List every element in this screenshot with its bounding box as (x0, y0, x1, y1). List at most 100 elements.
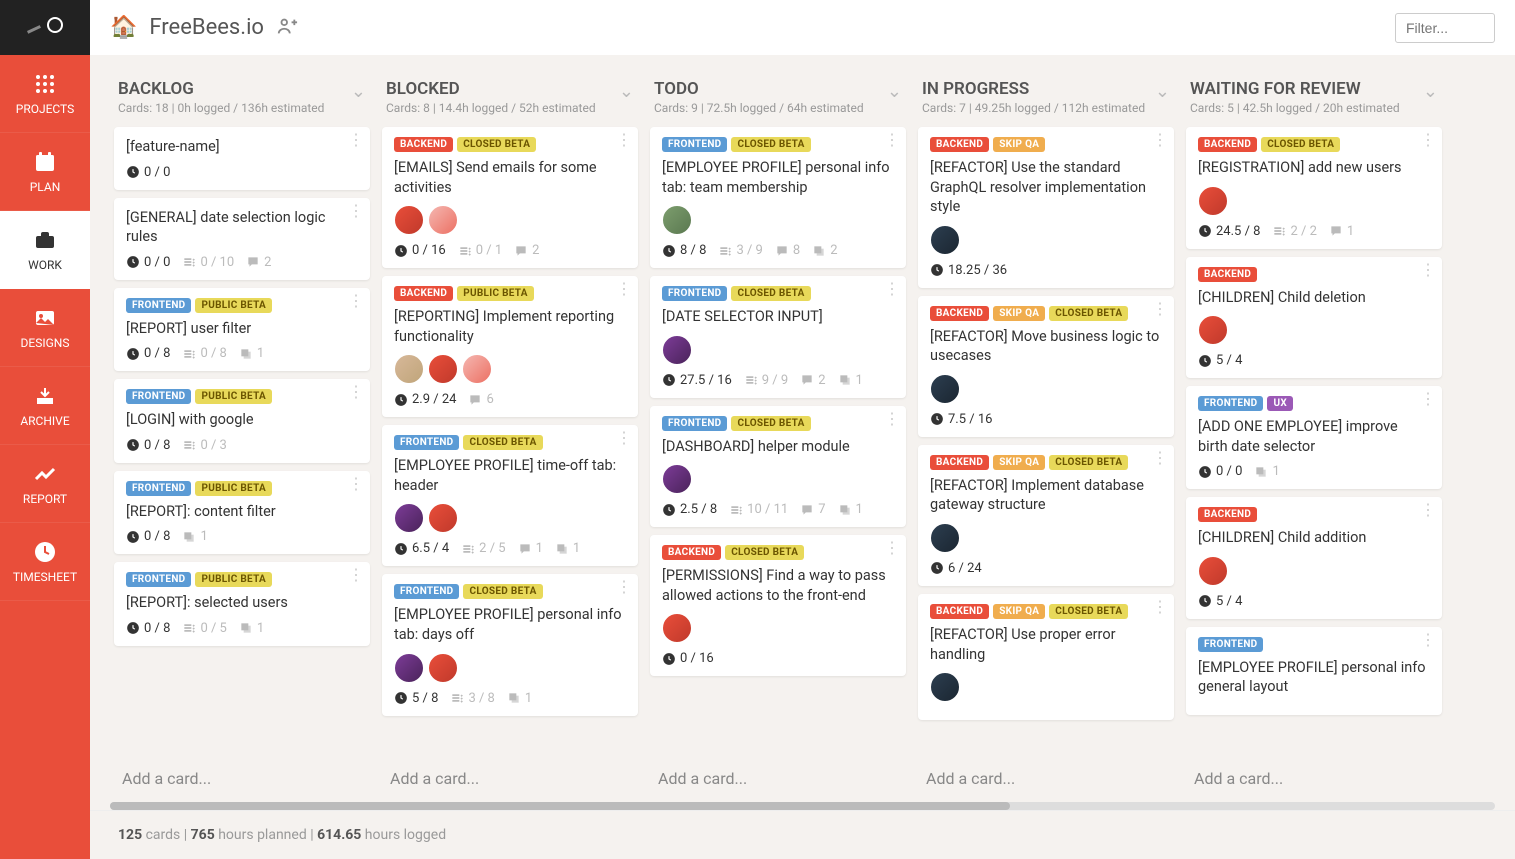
avatar[interactable] (394, 653, 424, 683)
avatar[interactable] (930, 225, 960, 255)
card[interactable]: ⋮ FRONTEND [EMPLOYEE PROFILE] personal i… (1186, 627, 1442, 715)
card-title: [CHILDREN] Child addition (1198, 528, 1430, 548)
card-menu-icon[interactable]: ⋮ (1420, 265, 1436, 275)
card-menu-icon[interactable]: ⋮ (884, 284, 900, 294)
card[interactable]: ⋮ BACKENDCLOSED BETA [PERMISSIONS] Find … (650, 535, 906, 676)
card[interactable]: ⋮ BACKENDPUBLIC BETA [REPORTING] Impleme… (382, 276, 638, 417)
stat-stack: 1 (239, 346, 264, 361)
card-menu-icon[interactable]: ⋮ (884, 135, 900, 145)
card-menu-icon[interactable]: ⋮ (616, 284, 632, 294)
card[interactable]: ⋮ FRONTENDCLOSED BETA [EMPLOYEE PROFILE]… (650, 127, 906, 268)
check-icon (182, 438, 196, 452)
card-menu-icon[interactable]: ⋮ (348, 206, 364, 216)
app-logo[interactable] (0, 0, 90, 55)
card-menu-icon[interactable]: ⋮ (1420, 135, 1436, 145)
avatar[interactable] (1198, 186, 1228, 216)
card-menu-icon[interactable]: ⋮ (884, 543, 900, 553)
chevron-down-icon[interactable]: ⌄ (1155, 81, 1170, 102)
avatar[interactable] (1198, 556, 1228, 586)
add-card-button[interactable]: Add a card... (1182, 755, 1446, 802)
add-card-button[interactable]: Add a card... (110, 755, 374, 802)
nav-report[interactable]: REPORT (0, 445, 90, 523)
card-title: [EMPLOYEE PROFILE] personal info tab: da… (394, 605, 626, 644)
nav-label: DESIGNS (21, 336, 70, 350)
nav-timesheet[interactable]: TIMESHEET (0, 523, 90, 601)
nav-archive[interactable]: ARCHIVE (0, 367, 90, 445)
add-card-button[interactable]: Add a card... (914, 755, 1178, 802)
card[interactable]: ⋮ FRONTENDCLOSED BETA [EMPLOYEE PROFILE]… (382, 425, 638, 566)
card-menu-icon[interactable]: ⋮ (348, 387, 364, 397)
card-menu-icon[interactable]: ⋮ (348, 135, 364, 145)
card-menu-icon[interactable]: ⋮ (1152, 602, 1168, 612)
card[interactable]: ⋮ FRONTENDPUBLIC BETA [REPORT]: content … (114, 471, 370, 555)
avatar[interactable] (462, 354, 492, 384)
card[interactable]: ⋮ FRONTENDPUBLIC BETA [REPORT] user filt… (114, 288, 370, 372)
avatar[interactable] (428, 653, 458, 683)
chat-icon (514, 244, 528, 258)
chevron-down-icon[interactable]: ⌄ (619, 81, 634, 102)
card-menu-icon[interactable]: ⋮ (1152, 304, 1168, 314)
chat-icon (518, 542, 532, 556)
card-menu-icon[interactable]: ⋮ (616, 433, 632, 443)
card[interactable]: ⋮ BACKENDSKIP QACLOSED BETA [REFACTOR] I… (918, 445, 1174, 586)
card-menu-icon[interactable]: ⋮ (1152, 453, 1168, 463)
card[interactable]: ⋮ FRONTENDUX [ADD ONE EMPLOYEE] improve … (1186, 386, 1442, 489)
nav-designs[interactable]: DESIGNS (0, 289, 90, 367)
avatar[interactable] (930, 523, 960, 553)
avatar[interactable] (662, 205, 692, 235)
card-menu-icon[interactable]: ⋮ (348, 479, 364, 489)
card[interactable]: ⋮ FRONTENDCLOSED BETA [EMPLOYEE PROFILE]… (382, 574, 638, 715)
card-menu-icon[interactable]: ⋮ (1420, 394, 1436, 404)
chevron-down-icon[interactable]: ⌄ (1423, 81, 1438, 102)
card-menu-icon[interactable]: ⋮ (1152, 135, 1168, 145)
clock-icon (126, 255, 140, 269)
avatar[interactable] (428, 205, 458, 235)
avatar[interactable] (930, 672, 960, 702)
add-card-button[interactable]: Add a card... (646, 755, 910, 802)
card[interactable]: ⋮ FRONTENDCLOSED BETA [DATE SELECTOR INP… (650, 276, 906, 398)
avatar[interactable] (394, 205, 424, 235)
avatar[interactable] (394, 503, 424, 533)
card-menu-icon[interactable]: ⋮ (348, 296, 364, 306)
card[interactable]: ⋮ BACKEND [CHILDREN] Child deletion 5 / … (1186, 257, 1442, 379)
card[interactable]: ⋮ BACKENDCLOSED BETA [EMAILS] Send email… (382, 127, 638, 268)
avatar[interactable] (930, 374, 960, 404)
chevron-down-icon[interactable]: ⌄ (351, 81, 366, 102)
add-card-button[interactable]: Add a card... (378, 755, 642, 802)
card-menu-icon[interactable]: ⋮ (1420, 635, 1436, 645)
card[interactable]: ⋮ FRONTENDPUBLIC BETA [REPORT]: selected… (114, 562, 370, 646)
card[interactable]: ⋮ BACKEND [CHILDREN] Child addition 5 / … (1186, 497, 1442, 619)
avatar[interactable] (1198, 315, 1228, 345)
card-menu-icon[interactable]: ⋮ (1420, 505, 1436, 515)
card-menu-icon[interactable]: ⋮ (884, 414, 900, 424)
card[interactable]: ⋮ [feature-name] 0 / 0 (114, 127, 370, 190)
avatar[interactable] (662, 464, 692, 494)
card[interactable]: ⋮ [GENERAL] date selection logic rules 0… (114, 198, 370, 280)
card-menu-icon[interactable]: ⋮ (348, 570, 364, 580)
card-menu-icon[interactable]: ⋮ (616, 582, 632, 592)
card[interactable]: ⋮ BACKENDSKIP QACLOSED BETA [REFACTOR] M… (918, 296, 1174, 437)
nav-work[interactable]: WORK (0, 211, 90, 289)
avatar[interactable] (662, 613, 692, 643)
stat-clock: 0 / 8 (126, 621, 170, 636)
stat-clock: 0 / 0 (1198, 464, 1242, 479)
card[interactable]: ⋮ FRONTENDCLOSED BETA [DASHBOARD] helper… (650, 406, 906, 528)
avatar[interactable] (428, 503, 458, 533)
avatar[interactable] (662, 335, 692, 365)
card[interactable]: ⋮ FRONTENDPUBLIC BETA [LOGIN] with googl… (114, 379, 370, 463)
filter-input[interactable] (1395, 13, 1495, 43)
avatar[interactable] (428, 354, 458, 384)
nav-plan[interactable]: PLAN (0, 133, 90, 211)
clock-icon (126, 438, 140, 452)
avatar[interactable] (394, 354, 424, 384)
card-menu-icon[interactable]: ⋮ (616, 135, 632, 145)
chevron-down-icon[interactable]: ⌄ (887, 81, 902, 102)
stat-check: 0 / 1 (458, 243, 502, 258)
stat-clock: 2.5 / 8 (662, 502, 717, 517)
card[interactable]: ⋮ BACKENDSKIP QA [REFACTOR] Use the stan… (918, 127, 1174, 288)
card[interactable]: ⋮ BACKENDCLOSED BETA [REGISTRATION] add … (1186, 127, 1442, 249)
members-icon[interactable] (276, 15, 298, 41)
nav-projects[interactable]: PROJECTS (0, 55, 90, 133)
horizontal-scrollbar[interactable] (110, 802, 1495, 810)
card[interactable]: ⋮ BACKENDSKIP QACLOSED BETA [REFACTOR] U… (918, 594, 1174, 720)
